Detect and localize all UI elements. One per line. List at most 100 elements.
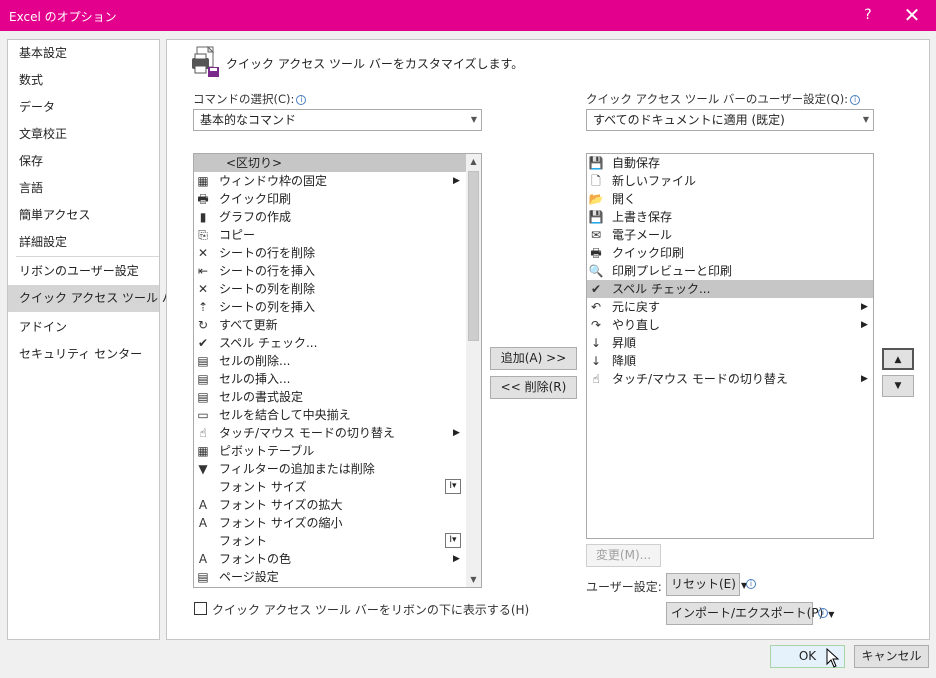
command-icon: 💾 (588, 210, 604, 224)
scroll-down-arrow[interactable]: ▼ (466, 572, 481, 587)
list-item-label: セルの削除... (219, 354, 291, 368)
list-item[interactable]: 🗋 新しいファイル (587, 172, 873, 190)
sidebar-item[interactable]: 保存 (8, 148, 159, 175)
list-item[interactable]: A フォント サイズの縮小 (194, 514, 466, 532)
list-item[interactable]: ▦ ウィンドウ枠の固定 ▶ (194, 172, 466, 190)
list-item[interactable]: フォント サイズ I▾ (194, 478, 466, 496)
list-item-label: シートの列を挿入 (219, 300, 316, 314)
list-item[interactable]: ↓ 昇順 (587, 334, 873, 352)
command-icon: ⇡ (197, 300, 209, 314)
sidebar-item[interactable]: 言語 (8, 175, 159, 202)
remove-button[interactable]: << 削除(R) (490, 376, 577, 399)
close-button[interactable]: ✕ (900, 4, 924, 26)
list-item[interactable]: ▼ フィルターの追加または削除 (194, 460, 466, 478)
list-item[interactable]: A フォントの色 ▶ (194, 550, 466, 568)
list-item-label: コピー (219, 228, 256, 242)
list-item[interactable]: ▭ セルを結合して中央揃え (194, 406, 466, 424)
add-button[interactable]: 追加(A) >> (490, 347, 577, 370)
command-icon: ✉ (590, 228, 602, 242)
info-icon: i (850, 95, 861, 105)
list-item[interactable]: 📂 開く (587, 190, 873, 208)
scroll-up-arrow[interactable]: ▲ (466, 154, 481, 169)
command-icon: ▦ (197, 174, 209, 188)
list-item[interactable]: ↻ すべて更新 (194, 316, 466, 334)
list-item[interactable]: 💾 上書き保存 (587, 208, 873, 226)
list-item-label: 昇順 (612, 336, 637, 350)
modify-button[interactable]: 変更(M)... (586, 544, 661, 567)
sidebar-item[interactable]: 基本設定 (8, 40, 159, 67)
sidebar-item[interactable]: リボンのユーザー設定 (8, 258, 159, 285)
list-item[interactable]: A フォント サイズの拡大 (194, 496, 466, 514)
command-icon: ✔ (590, 282, 602, 296)
toolbar-commands-list[interactable]: 💾 自動保存 🗋 新しいファイル 📂 開く 💾 上書き保存 ✉ 電子メール 🖶 クイック印刷 🔍 印刷プレ… (586, 153, 874, 539)
reset-dropdown[interactable]: リセット(E) ▼ (666, 573, 747, 596)
sidebar-item[interactable]: アドイン (8, 314, 159, 341)
list-item[interactable]: ✔ スペル チェック... (194, 334, 466, 352)
list-item-label: ページ設定 (219, 570, 279, 584)
list-item[interactable]: ▤ セルの書式設定 (194, 388, 466, 406)
sidebar-item[interactable]: 詳細設定 (8, 229, 159, 256)
list-item-label: フォント サイズ (219, 480, 307, 494)
list-item-label: シートの列を削除 (219, 282, 316, 296)
list-item[interactable]: ✕ シートの列を削除 (194, 280, 466, 298)
list-item[interactable]: 🔍 印刷プレビューと印刷 (587, 262, 873, 280)
list-item[interactable]: ▤ セルの挿入... (194, 370, 466, 388)
list-item-label: シートの行を削除 (219, 246, 316, 260)
list-item[interactable]: ▤ セルの削除... (194, 352, 466, 370)
submenu-arrow-icon: ▶ (861, 374, 868, 384)
list-item[interactable]: ⇡ シートの列を挿入 (194, 298, 466, 316)
field-box-icon: I▾ (445, 533, 461, 548)
list-item[interactable]: ↶ 元に戻す ▶ (587, 298, 873, 316)
list-item-label: 印刷プレビューと印刷 (612, 264, 733, 278)
choose-commands-combo[interactable]: 基本的なコマンド ▼ (193, 109, 482, 131)
move-down-button[interactable]: ▼ (882, 375, 914, 397)
list-item-label: フォント サイズの拡大 (219, 498, 343, 512)
list-item-label: クイック印刷 (612, 246, 685, 260)
sidebar-item[interactable]: 数式 (8, 67, 159, 94)
sidebar-item[interactable]: セキュリティ センター (8, 341, 159, 368)
list-item-label: 自動保存 (612, 156, 661, 170)
command-icon: ⎘ (198, 228, 208, 242)
list-item-label: ピボットテーブル (219, 444, 315, 458)
available-commands-list[interactable]: ▲ ▼ <区切り> ▦ ウィンドウ枠の固定 ▶ 🖶 クイック印刷 ▮ グラフの作成 ⎘ コピー ✕ シ… (193, 153, 482, 588)
command-icon: 📂 (588, 192, 604, 206)
list-item[interactable]: <区切り> (194, 154, 466, 172)
list-item[interactable]: ↷ やり直し ▶ (587, 316, 873, 334)
sidebar-item[interactable]: 簡単アクセス (8, 202, 159, 229)
list-item[interactable]: ✕ シートの行を削除 (194, 244, 466, 262)
list-item[interactable]: ☝ タッチ/マウス モードの切り替え ▶ (587, 370, 873, 388)
list-item[interactable]: 🖶 クイック印刷 (194, 190, 466, 208)
help-button[interactable]: ? (858, 5, 878, 25)
list-item[interactable]: 💾 自動保存 (587, 154, 873, 172)
list-item[interactable]: ▤ ページ設定 (194, 568, 466, 586)
list-item[interactable]: ⎘ コピー (194, 226, 466, 244)
command-icon: ▮ (199, 210, 207, 224)
list-item[interactable]: ✔ スペル チェック... (587, 280, 873, 298)
list-item[interactable]: ⇤ シートの行を挿入 (194, 262, 466, 280)
import-export-dropdown[interactable]: インポート/エクスポート(P) ▼ (666, 602, 834, 625)
list-item-label: フォント サイズの縮小 (219, 516, 343, 530)
sidebar-item[interactable]: クイック アクセス ツール バー (8, 285, 186, 312)
vertical-scrollbar[interactable]: ▲ ▼ (466, 154, 481, 587)
title-bar: Excel のオプション ? ✕ (0, 0, 936, 31)
sidebar-item[interactable]: 文章校正 (8, 121, 159, 148)
list-item-label: <区切り> (226, 156, 283, 170)
move-up-button[interactable]: ▲ (882, 348, 914, 370)
show-below-ribbon-checkbox[interactable] (194, 602, 207, 615)
list-item[interactable]: ▮ グラフの作成 (194, 208, 466, 226)
customize-toolbar-combo[interactable]: すべてのドキュメントに適用 (既定) ▼ (586, 109, 874, 131)
command-icon: ↻ (197, 318, 209, 332)
list-item[interactable]: ▦ ピボットテーブル (194, 442, 466, 460)
chevron-down-icon: ▼ (470, 115, 477, 124)
scroll-thumb[interactable] (468, 171, 479, 341)
command-icon: ✕ (197, 282, 209, 296)
list-item-label: すべて更新 (219, 318, 278, 332)
cancel-button[interactable]: キャンセル (854, 645, 929, 668)
list-item[interactable]: ✉ 電子メール (587, 226, 873, 244)
list-item[interactable]: ☝ タッチ/マウス モードの切り替え ▶ (194, 424, 466, 442)
list-item[interactable]: ↓ 降順 (587, 352, 873, 370)
list-item[interactable]: 🖶 クイック印刷 (587, 244, 873, 262)
list-item[interactable]: フォント I▾ (194, 532, 466, 550)
sidebar-item[interactable]: データ (8, 94, 159, 121)
list-item-label: 開く (612, 192, 637, 206)
